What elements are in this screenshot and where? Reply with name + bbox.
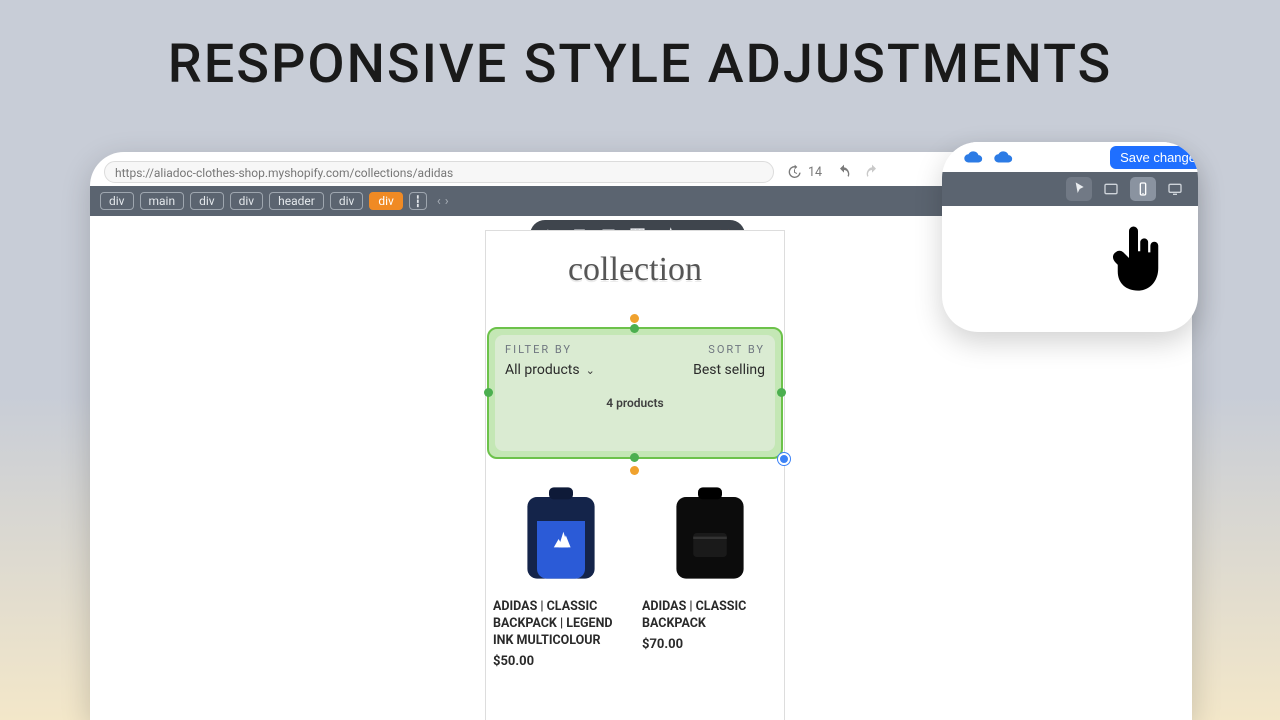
product-card[interactable]: ADIDAS | CLASSIC BACKPACK | LEGEND INK M… (493, 473, 628, 669)
product-price: $50.00 (493, 654, 628, 669)
corner-handle[interactable] (778, 453, 790, 465)
chevron-down-icon: ⌄ (586, 364, 595, 377)
undo-button[interactable] (834, 162, 854, 182)
product-image (650, 473, 770, 593)
crumb-div[interactable]: div (330, 192, 364, 210)
margin-handle-top[interactable] (630, 314, 639, 323)
filter-by-label: FILTER BY (505, 343, 595, 356)
history-count: 14 (808, 165, 822, 180)
page-headline: RESPONSIVE STYLE ADJUSTMENTS (0, 33, 1280, 96)
desktop-icon (1167, 181, 1183, 197)
cloud-icon (992, 149, 1014, 165)
crumb-div[interactable]: div (100, 192, 134, 210)
cursor-hand-icon (1110, 222, 1166, 294)
resize-handle-left[interactable] (484, 388, 493, 397)
sort-by-label: SORT BY (693, 343, 765, 356)
sync-icons (962, 149, 1014, 165)
product-name: ADIDAS | CLASSIC BACKPACK (642, 599, 777, 633)
save-button[interactable]: Save change (1110, 146, 1198, 169)
mobile-icon (1135, 181, 1151, 197)
filter-by-select[interactable]: All products ⌄ (505, 362, 595, 378)
tablet-icon (1103, 181, 1119, 197)
resize-handle-right[interactable] (777, 388, 786, 397)
crumb-nav: ‹› (437, 194, 449, 209)
history-button[interactable]: 14 (782, 164, 826, 180)
product-card[interactable]: ADIDAS | CLASSIC BACKPACK $70.00 (642, 473, 777, 669)
resize-handle-bottom[interactable] (630, 453, 639, 462)
chevron-left-icon[interactable]: ‹ (437, 194, 441, 209)
selection-box[interactable]: FILTER BY All products ⌄ SORT BY Best se… (487, 327, 783, 459)
chevron-right-icon[interactable]: › (445, 194, 449, 209)
sort-by-value: Best selling (693, 362, 765, 378)
product-image (501, 473, 621, 593)
filter-by-value: All products (505, 362, 580, 378)
cloud-icon (962, 149, 984, 165)
sort-by-select[interactable]: Best selling (693, 362, 765, 378)
crumb-header[interactable]: header (269, 192, 324, 210)
tablet-viewport-button[interactable] (1098, 177, 1124, 201)
resize-handle-top[interactable] (630, 324, 639, 333)
undo-icon (836, 164, 852, 180)
pointer-icon (1071, 181, 1087, 197)
crumb-div[interactable]: div (230, 192, 264, 210)
mobile-viewport-button[interactable] (1130, 177, 1156, 201)
viewport-callout: Save change (942, 142, 1198, 332)
product-name: ADIDAS | CLASSIC BACKPACK | LEGEND INK M… (493, 599, 628, 650)
url-input[interactable]: https://aliadoc-clothes-shop.myshopify.c… (104, 161, 774, 183)
viewport-bar (942, 172, 1198, 206)
history-icon (786, 164, 802, 180)
redo-icon (864, 164, 880, 180)
crumb-text-icon[interactable]: ┇ (409, 192, 427, 210)
callout-header: Save change (942, 142, 1198, 172)
filter-panel: FILTER BY All products ⌄ SORT BY Best se… (495, 335, 775, 451)
crumb-div[interactable]: div (190, 192, 224, 210)
collection-title: collection (486, 231, 784, 297)
product-count: 4 products (505, 396, 765, 410)
crumb-main[interactable]: main (140, 192, 185, 210)
product-price: $70.00 (642, 637, 777, 652)
crumb-div-active[interactable]: div (369, 192, 403, 210)
desktop-viewport-button[interactable] (1162, 177, 1188, 201)
redo-button[interactable] (862, 162, 882, 182)
pointer-mode-button[interactable] (1066, 177, 1092, 201)
product-grid: ADIDAS | CLASSIC BACKPACK | LEGEND INK M… (487, 465, 783, 669)
